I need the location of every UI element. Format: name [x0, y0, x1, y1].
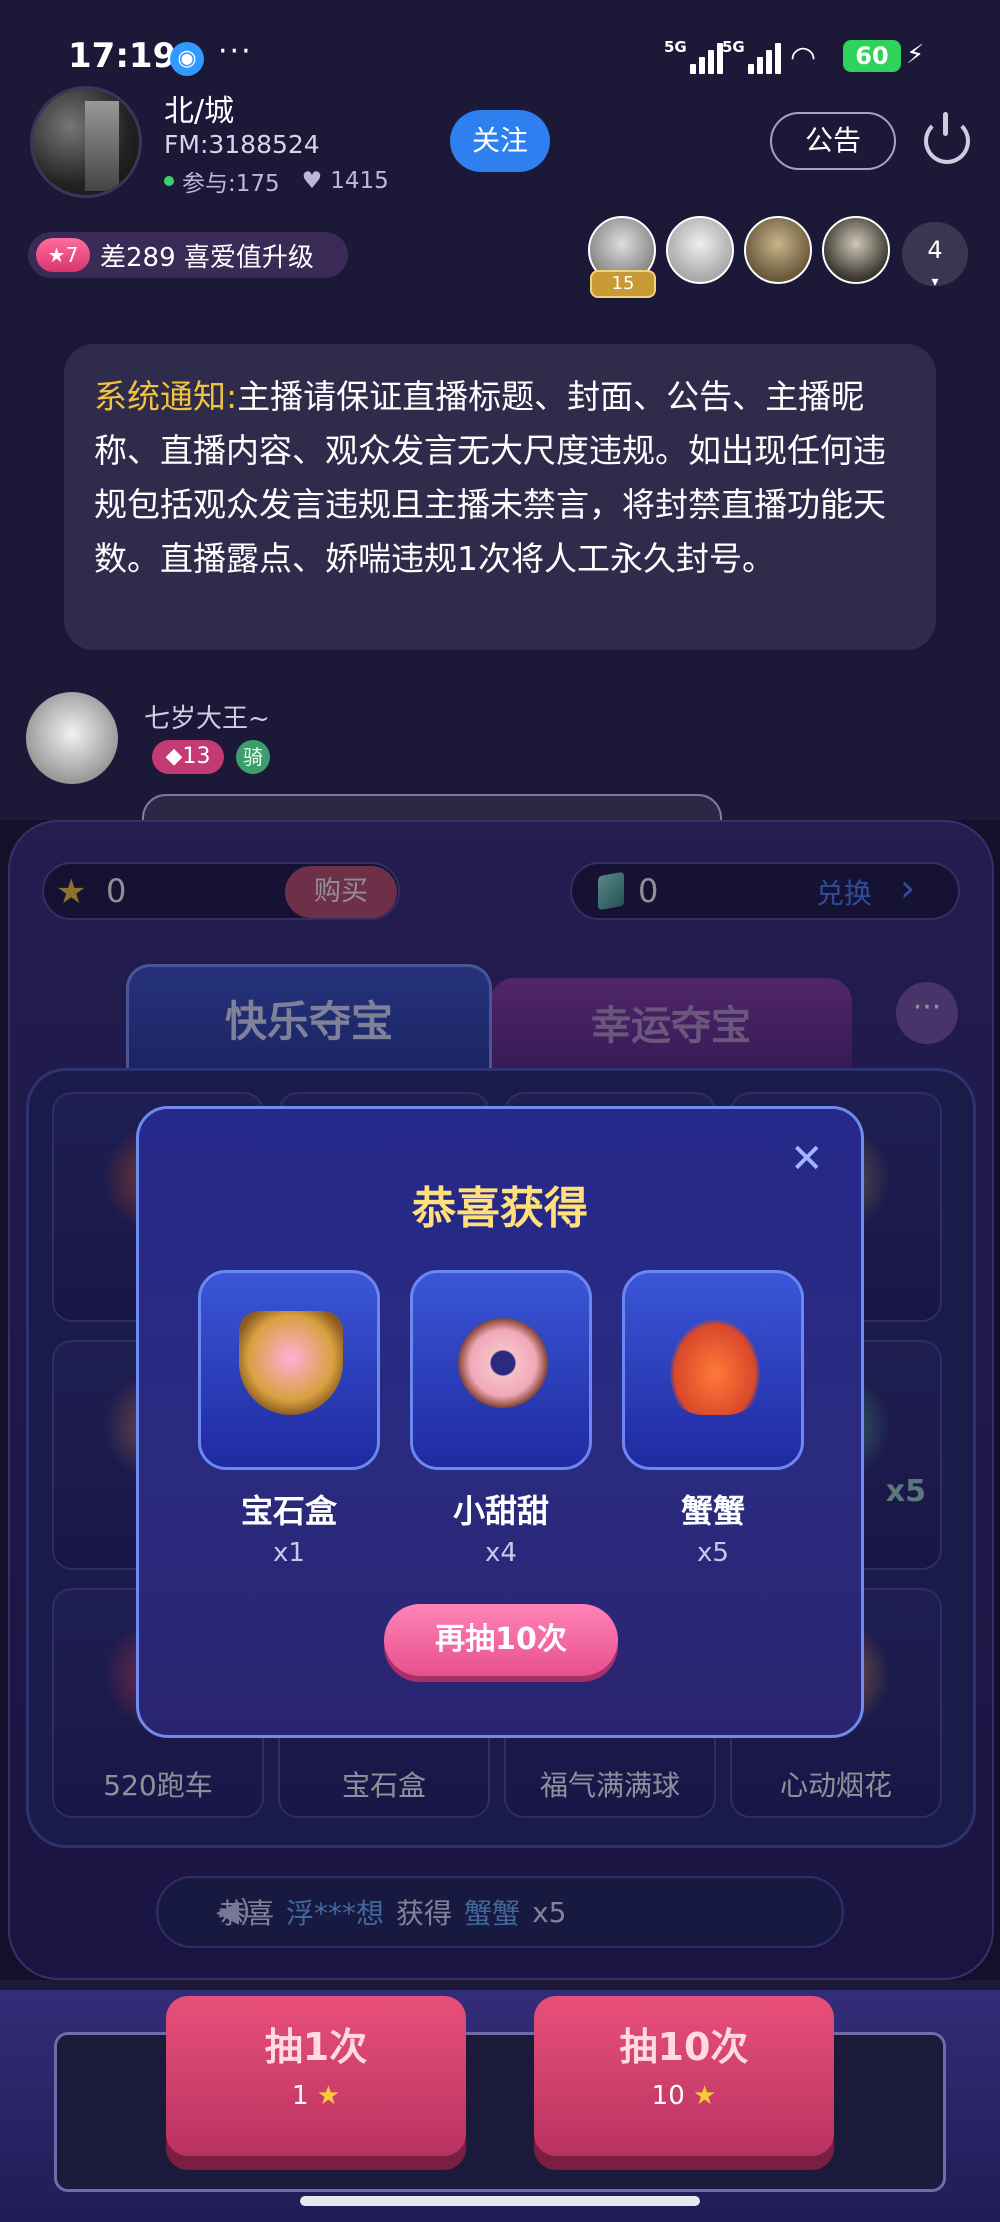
follow-button[interactable]: 关注	[450, 110, 550, 172]
power-icon[interactable]	[924, 112, 970, 164]
online-dot-icon	[164, 176, 174, 186]
draw-ten-button[interactable]: 抽10次 10 ★	[534, 1996, 834, 2156]
prize-name: 宝石盒	[240, 1492, 337, 1530]
host-stats: 参与:175 ♥ 1415	[164, 164, 389, 198]
prize-count: x5	[697, 1538, 729, 1568]
star-coin-icon: ★	[316, 2081, 341, 2111]
prize-count: x1	[273, 1538, 305, 1568]
prize-name: 小甜甜	[452, 1492, 549, 1530]
app-notification-icon: ◉	[170, 42, 204, 76]
status-more-icon: ···	[218, 34, 253, 69]
signal-icon-2	[748, 40, 781, 74]
crab-icon	[663, 1311, 767, 1415]
network-label-1: 5G	[664, 38, 687, 56]
system-notice: 系统通知:主播请保证直播标题、封面、公告、主播昵称、直播内容、观众发言无大尺度违…	[64, 344, 936, 650]
chat-user-avatar[interactable]	[26, 692, 118, 784]
network-label-2: 5G	[722, 38, 745, 56]
viewer-avatar[interactable]	[822, 216, 890, 284]
modal-title: 恭喜获得	[412, 1183, 588, 1234]
host-avatar[interactable]	[30, 86, 142, 198]
gem-box-icon	[239, 1311, 343, 1415]
system-notice-label: 系统通知:	[94, 377, 238, 416]
home-indicator[interactable]	[300, 2196, 700, 2206]
likes-count: 1415	[330, 168, 389, 194]
viewer-avatar[interactable]	[744, 216, 812, 284]
signal-icon-1	[690, 40, 723, 74]
star-coin-icon: ★	[693, 2081, 717, 2111]
chat-user-level: ◆13	[152, 740, 224, 774]
chat-user-name[interactable]: 七岁大王~	[144, 698, 270, 735]
wifi-icon: ◠	[790, 40, 817, 75]
host-name: 北/城	[164, 94, 235, 129]
level-badge: ★7	[36, 238, 90, 272]
prize-card	[198, 1270, 380, 1470]
draw-again-button[interactable]: 再抽10次	[384, 1604, 618, 1676]
level-text: 差289 喜爱值升级	[100, 242, 314, 273]
prize-card	[410, 1270, 592, 1470]
viewer-avatar[interactable]	[666, 216, 734, 284]
draw-once-button[interactable]: 抽1次 1 ★	[166, 1996, 466, 2156]
donut-icon	[451, 1311, 555, 1415]
status-time: 17:19	[68, 36, 177, 76]
host-fm-id: FM:3188524	[164, 130, 320, 159]
announcement-button[interactable]: 公告	[770, 112, 896, 170]
battery-icon: 60	[843, 40, 901, 72]
level-progress[interactable]: ★7 差289 喜爱值升级	[28, 232, 348, 278]
charging-icon: ⚡	[906, 40, 925, 70]
prize-name: 蟹蟹	[680, 1492, 745, 1530]
more-viewers-button[interactable]: 4 ▾	[902, 222, 968, 289]
chat-medal-icon: 骑	[236, 740, 270, 774]
viewer-rank-badge: 15	[590, 270, 656, 298]
prize-count: x4	[485, 1538, 517, 1568]
participants-count: 参与:175	[182, 171, 280, 197]
heart-icon: ♥	[301, 168, 323, 194]
close-icon[interactable]: ✕	[790, 1136, 824, 1182]
prize-card	[622, 1270, 804, 1470]
